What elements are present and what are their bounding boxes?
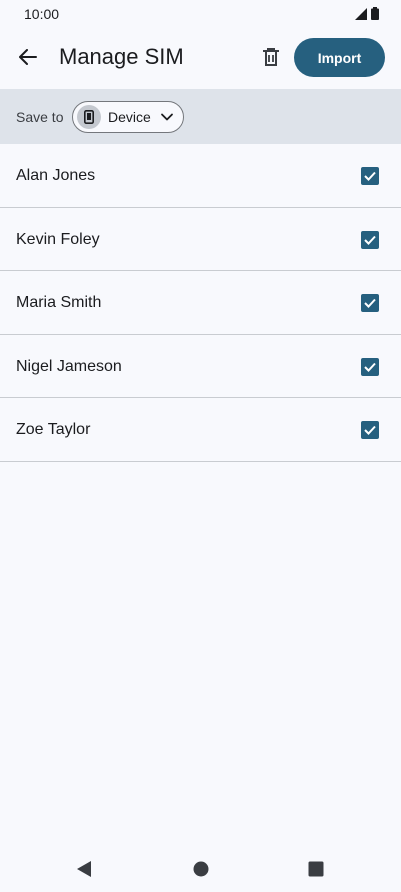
app-bar: Manage SIM Import [0,30,401,88]
save-location-dropdown[interactable]: Device [72,101,184,133]
page-title: Manage SIM [59,44,184,69]
delete-button[interactable] [253,39,289,75]
contact-name: Maria Smith [16,294,102,311]
arrow-back-icon [19,49,37,65]
square-recents-icon [308,861,324,877]
contact-row-maria-smith[interactable]: Maria Smith [0,271,401,335]
check-icon [364,425,376,435]
nav-home-button[interactable] [190,858,212,880]
contact-checkbox[interactable] [361,357,379,376]
system-navigation-bar [0,844,401,892]
nav-recents-button[interactable] [305,858,327,880]
contact-name: Kevin Foley [16,230,100,248]
check-icon [364,298,376,308]
contact-row-nigel-jameson[interactable]: Nigel Jameson [0,335,401,398]
trash-icon [263,47,279,66]
status-bar: 10:00 [0,0,401,30]
contact-name: Nigel Jameson [16,357,122,375]
status-icons [355,7,379,20]
save-to-bar: Save to Device [0,89,401,144]
phone-icon-badge [77,105,101,129]
import-button[interactable]: Import [294,38,385,77]
contact-list: Alan Jones Kevin Foley Maria Smith Nigel… [0,144,401,462]
save-to-label: Save to [16,109,64,125]
contact-checkbox[interactable] [361,230,379,249]
back-button[interactable] [10,39,46,75]
save-location-value: Device [108,109,151,125]
battery-icon [371,7,379,20]
nav-back-button[interactable] [73,858,95,880]
contact-row-kevin-foley[interactable]: Kevin Foley [0,208,401,271]
phone-icon [84,110,94,124]
status-time: 10:00 [24,6,60,22]
contact-checkbox[interactable] [361,421,379,439]
contact-checkbox[interactable] [361,294,379,312]
check-icon [364,362,376,372]
contact-row-zoe-taylor[interactable]: Zoe Taylor [0,398,401,462]
contact-checkbox[interactable] [361,167,379,185]
manage-sim-screen: 10:00 Manage SIM Import Save to Device A… [0,0,401,892]
contact-name: Zoe Taylor [16,421,91,438]
triangle-back-icon [77,861,91,877]
circle-home-icon [193,861,209,877]
check-icon [364,235,376,245]
contact-name: Alan Jones [16,167,96,184]
check-icon [364,171,376,181]
signal-icon [355,7,367,20]
contact-row-alan-jones[interactable]: Alan Jones [0,144,401,208]
chevron-down-icon [161,113,173,121]
